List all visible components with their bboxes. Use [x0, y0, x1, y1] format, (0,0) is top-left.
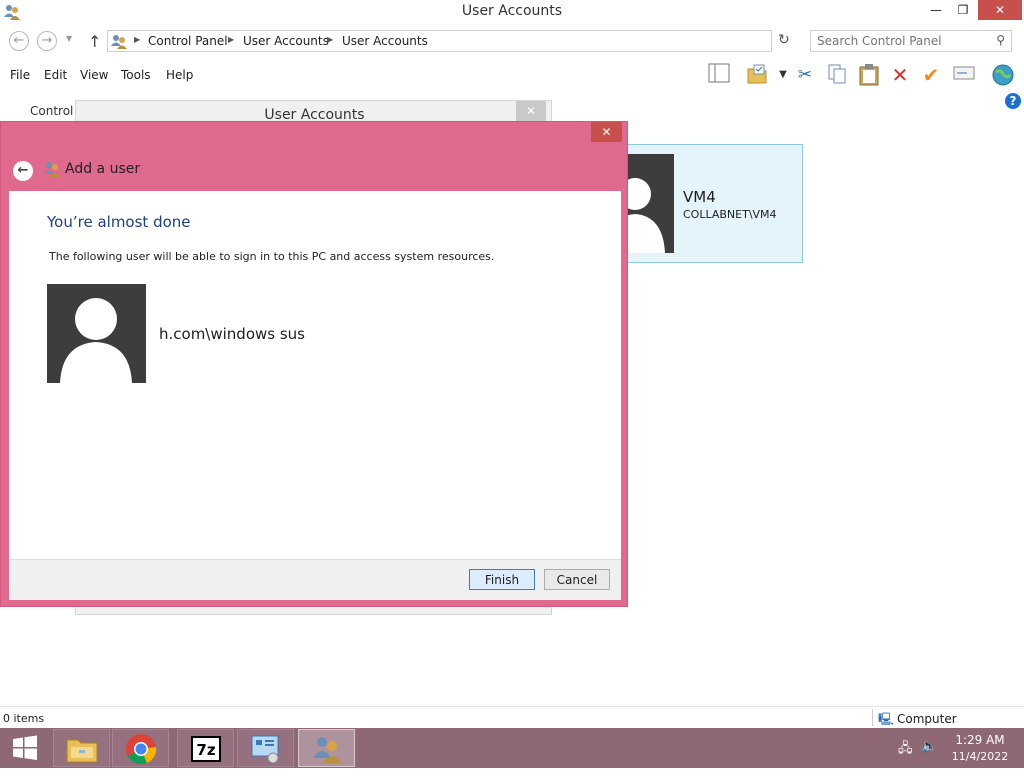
forward-arrow-icon[interactable]: →	[37, 31, 57, 51]
add-user-dialog: ✕ ← Add a user You’re almost done The fo…	[0, 121, 628, 607]
windows-start-icon[interactable]	[0, 729, 50, 767]
recent-locations-chevron-icon[interactable]: ▼	[66, 34, 72, 43]
user-avatar	[625, 154, 674, 253]
address-bar[interactable]: ▶ Control Panel ▶ User Accounts ▶ User A…	[107, 30, 868, 52]
copy-icon[interactable]	[824, 63, 850, 89]
background-dialog-close-button[interactable]: ✕	[516, 101, 546, 121]
network-icon[interactable]: 🖧	[898, 739, 913, 761]
dialog-body: You’re almost done The following user wi…	[9, 191, 621, 559]
dialog-title: Add a user	[65, 161, 141, 177]
item-count: 0 items	[3, 712, 45, 725]
menu-view[interactable]: View	[80, 68, 108, 82]
status-location: Computer	[897, 712, 957, 726]
search-box[interactable]: ⚲	[810, 30, 1012, 52]
breadcrumb-control-panel[interactable]: Control Panel	[148, 34, 228, 48]
7zip-icon[interactable]: 7z	[177, 729, 234, 767]
status-divider	[872, 709, 873, 726]
navigation-bar: ← → ▼ ↑ ▶ Control Panel ▶ User Accounts …	[0, 26, 1024, 56]
search-input[interactable]	[817, 33, 987, 49]
search-icon[interactable]: ⚲	[996, 33, 1005, 47]
breadcrumb-separator-icon: ▶	[228, 35, 235, 44]
clock-date[interactable]: 11/4/2022	[950, 750, 1010, 763]
menu-help[interactable]: Help	[166, 68, 193, 82]
svg-text:7z: 7z	[196, 741, 215, 759]
breadcrumb-separator-icon: ▶	[134, 35, 141, 44]
control-panel-icon[interactable]	[237, 729, 294, 767]
user-tile[interactable]: VM4 COLLABNET\VM4	[610, 144, 803, 263]
cut-icon[interactable]: ✂	[792, 63, 818, 89]
menu-edit[interactable]: Edit	[44, 68, 67, 82]
breadcrumb-user-accounts-category[interactable]: User Accounts	[243, 34, 329, 48]
folder-options-icon[interactable]	[744, 63, 770, 89]
cancel-button[interactable]: Cancel	[544, 569, 610, 590]
menu-file[interactable]: File	[10, 68, 30, 82]
close-button[interactable]: ✕	[978, 0, 1022, 20]
user-accounts-icon[interactable]	[298, 729, 355, 767]
menu-bar: File Edit View Tools Help ▼ ✂ ✕ ✔	[0, 60, 1024, 90]
rename-icon[interactable]	[951, 63, 977, 89]
user-tile-domain: COLLABNET\VM4	[683, 208, 777, 221]
breadcrumb-user-accounts[interactable]: User Accounts	[342, 34, 428, 48]
user-tile-name: VM4	[683, 188, 716, 206]
back-arrow-icon[interactable]: ←	[13, 161, 33, 181]
help-icon[interactable]: ?	[1005, 93, 1021, 109]
user-avatar	[47, 284, 146, 383]
minimize-button[interactable]: —	[922, 0, 950, 20]
paste-icon[interactable]	[856, 63, 882, 89]
layout-icon[interactable]	[706, 63, 732, 89]
volume-icon[interactable]: 🔈	[921, 739, 937, 754]
menu-tools[interactable]: Tools	[121, 68, 151, 82]
dialog-heading: You’re almost done	[47, 213, 191, 231]
status-bar: 0 items 🖳 Computer	[0, 706, 1024, 728]
control-panel-location-icon	[111, 33, 127, 52]
maximize-button[interactable]: ❐	[950, 0, 976, 20]
taskbar: 7z 🖧 🔈 1:29 AM 11/4/2022	[0, 728, 1024, 768]
clock-time[interactable]: 1:29 AM	[950, 733, 1010, 747]
globe-icon[interactable]	[990, 63, 1016, 89]
check-icon[interactable]: ✔	[918, 63, 944, 89]
file-explorer-icon[interactable]	[53, 729, 110, 767]
finish-button[interactable]: Finish	[469, 569, 535, 590]
delete-icon[interactable]: ✕	[887, 63, 913, 89]
dialog-description: The following user will be able to sign …	[49, 250, 495, 263]
back-arrow-icon[interactable]: ←	[9, 31, 29, 51]
window-titlebar[interactable]: User Accounts — ❐ ✕	[0, 0, 1024, 24]
new-user-name: h.com\windows sus	[159, 325, 305, 343]
add-user-icon	[43, 160, 61, 182]
window-title: User Accounts	[461, 3, 563, 19]
up-arrow-icon[interactable]: ↑	[88, 32, 101, 51]
dialog-close-button[interactable]: ✕	[591, 122, 622, 142]
dialog-footer: Finish Cancel	[9, 559, 621, 600]
refresh-icon[interactable]: ↻	[778, 32, 790, 48]
breadcrumb-separator-icon: ▶	[327, 35, 334, 44]
chrome-icon[interactable]	[112, 729, 169, 767]
